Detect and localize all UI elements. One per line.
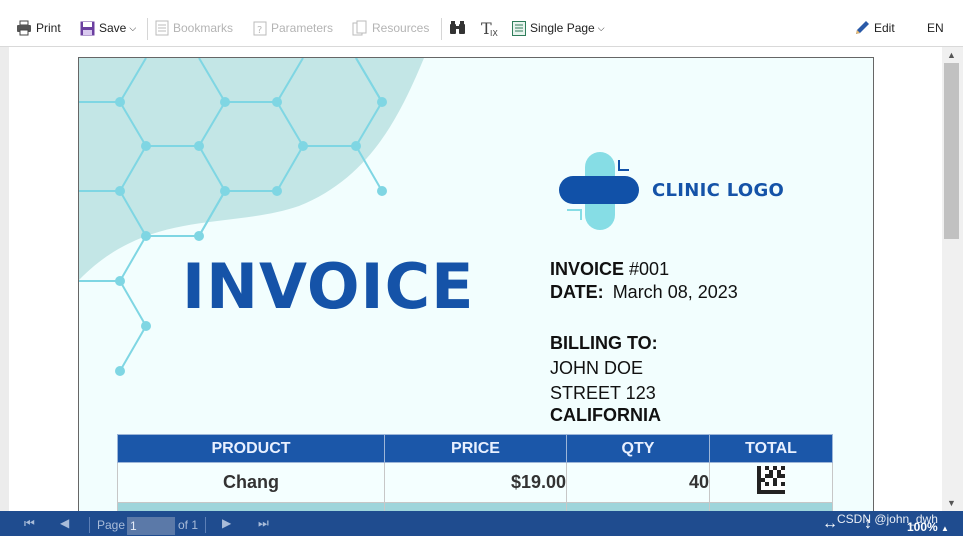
table-row: Chang $19.00 40 <box>117 462 833 503</box>
text-format-button[interactable]: T IX <box>481 17 503 39</box>
parameters-icon: ? <box>253 21 267 36</box>
save-label: Save <box>99 21 127 35</box>
last-page-icon[interactable]: ⏭ <box>258 516 269 531</box>
print-icon <box>17 20 31 36</box>
billing-label: BILLING TO: <box>550 333 658 354</box>
print-button[interactable]: Print <box>16 17 61 39</box>
cell-qty: 40 <box>566 462 710 503</box>
clinic-logo-icon <box>559 152 639 230</box>
find-button[interactable] <box>449 17 471 39</box>
page-label: Page <box>97 518 126 532</box>
resources-label: Resources <box>372 21 430 35</box>
save-button[interactable]: Save ⌵ <box>80 17 136 39</box>
chevron-up-icon: ▲ <box>941 524 949 533</box>
bookmarks-icon <box>155 20 169 36</box>
column-header-product: PRODUCT <box>117 434 385 463</box>
toolbar-divider <box>441 18 442 40</box>
text-icon: T IX <box>481 19 498 37</box>
scroll-down-icon[interactable]: ▼ <box>947 498 956 508</box>
first-page-icon[interactable]: ⏮ <box>24 516 35 531</box>
edit-button[interactable]: Edit <box>854 17 895 39</box>
svg-text:IX: IX <box>490 29 498 37</box>
toolbar-divider <box>147 18 148 40</box>
report-page: CLINIC LOGO INVOICE INVOICE #001 DATE: M… <box>78 57 874 527</box>
invoice-date-value: March 08, 2023 <box>612 282 738 302</box>
billing-heading: BILLING TO: <box>550 333 658 353</box>
page-number-input[interactable] <box>127 517 175 535</box>
language-select[interactable]: EN <box>927 17 944 39</box>
page-count-label: of 1 <box>178 518 199 532</box>
cell-price: $19.00 <box>384 462 567 503</box>
edit-label: Edit <box>874 21 895 35</box>
scroll-up-icon[interactable]: ▲ <box>947 50 956 60</box>
svg-text:?: ? <box>257 25 262 36</box>
next-page-icon[interactable]: ▶ <box>222 516 231 530</box>
billing-street: STREET 123 <box>550 383 656 403</box>
billing-state: CALIFORNIA <box>550 405 661 425</box>
column-header-total: TOTAL <box>709 434 833 463</box>
view-mode-select[interactable]: Single Page ⌵ <box>512 17 605 39</box>
barcode-icon <box>757 466 785 494</box>
cell-total-barcode <box>709 462 833 503</box>
parameters-label: Parameters <box>271 21 334 35</box>
print-label: Print <box>36 21 61 35</box>
save-icon <box>80 21 95 35</box>
clinic-logo-text: CLINIC LOGO <box>652 180 785 201</box>
previous-page-icon[interactable]: ◀ <box>60 516 69 530</box>
parameters-button[interactable]: ? Parameters <box>253 17 333 39</box>
chevron-down-icon: ⌵ <box>129 22 137 33</box>
invoice-table: PRODUCT PRICE QTY TOTAL Chang $19.00 40 <box>117 434 833 523</box>
invoice-number-value: #001 <box>629 259 670 279</box>
invoice-date: DATE: March 08, 2023 <box>550 282 738 303</box>
edit-pencil-icon <box>856 21 869 34</box>
bookmarks-button[interactable]: Bookmarks <box>155 17 233 39</box>
resources-icon <box>352 20 367 36</box>
left-panel-rail <box>0 47 9 511</box>
nav-divider <box>89 517 90 533</box>
table-header-row: PRODUCT PRICE QTY TOTAL <box>117 434 833 463</box>
scrollbar-thumb[interactable] <box>944 63 959 239</box>
chevron-down-icon: ⌵ <box>597 22 605 33</box>
bookmarks-label: Bookmarks <box>173 21 234 35</box>
invoice-number-label: INVOICE <box>550 259 625 279</box>
vertical-scrollbar[interactable]: ▲ ▼ <box>942 47 963 511</box>
billing-name: JOHN DOE <box>550 358 644 378</box>
invoice-title: INVOICE <box>182 250 475 323</box>
invoice-number: INVOICE #001 <box>550 259 669 280</box>
column-header-qty: QTY <box>566 434 710 463</box>
resources-button[interactable]: Resources <box>352 17 429 39</box>
language-label: EN <box>927 21 944 35</box>
invoice-date-label: DATE: <box>550 282 604 302</box>
fit-width-icon[interactable]: ↔ <box>822 515 838 533</box>
view-mode-label: Single Page <box>530 21 595 35</box>
report-toolbar: Print Save ⌵ Bookmarks ? Parameters Reso… <box>0 0 963 47</box>
nav-divider <box>205 517 206 533</box>
column-header-price: PRICE <box>384 434 567 463</box>
watermark-text: CSDN @john_dwh <box>837 512 938 526</box>
page-navigation-bar: ⏮ ◀ Page of 1 ▶ ⏭ ↔ ↕ 100% ▲ <box>0 511 963 536</box>
cell-product: Chang <box>117 462 385 503</box>
find-icon <box>450 21 465 34</box>
single-page-icon <box>512 20 526 36</box>
